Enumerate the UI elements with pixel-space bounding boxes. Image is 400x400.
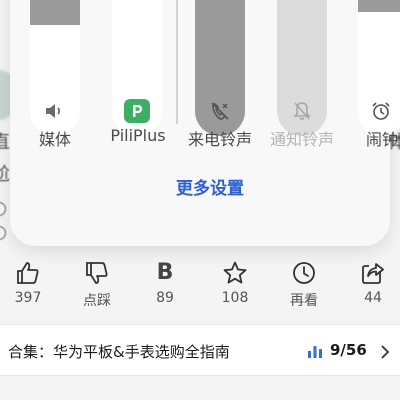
dislike-label: 点踩	[83, 293, 111, 309]
notification-muted-icon	[277, 98, 327, 124]
alarm-clock-icon	[358, 98, 400, 124]
coin-glyph: B	[156, 260, 174, 285]
watch-later-button[interactable]: 再看	[276, 258, 332, 310]
background-icon	[0, 202, 6, 216]
background-icon	[0, 226, 6, 240]
ringer-muted-icon	[195, 98, 245, 124]
media-volume-fill	[30, 0, 80, 25]
media-label: 媒体	[38, 130, 71, 149]
watch-later-label: 再看	[290, 293, 318, 309]
coin-count: 89	[156, 290, 174, 306]
speaker-icon	[30, 98, 80, 124]
piliplus-app-icon	[124, 99, 150, 123]
ringtone-label: 来电铃声	[187, 130, 252, 149]
notification-volume-slider[interactable]	[277, 0, 327, 136]
collection-bar[interactable]: 合集：华为平板&手表选购全指南 9/56	[0, 324, 400, 376]
favorite-count: 108	[221, 290, 249, 306]
collection-title: 合集：华为平板&手表选购全指南	[8, 343, 230, 361]
chevron-right-icon	[380, 344, 390, 363]
star-icon	[207, 258, 263, 286]
media-volume-slider[interactable]	[30, 0, 80, 136]
notification-label: 通知铃声	[269, 130, 334, 149]
share-button[interactable]: 44	[345, 258, 400, 306]
alarm-label: 闹钟	[365, 130, 398, 149]
piliplus-label: PiliPlus	[110, 126, 166, 145]
coin-b-icon: B	[137, 258, 193, 286]
piliplus-volume-slider[interactable]	[112, 0, 162, 136]
collection-progress: 9/56	[330, 341, 367, 359]
clock-icon	[276, 258, 332, 286]
volume-panel: 媒体 PiliPlus 来电铃声 通知铃声 闹钟 更多设置	[10, 0, 400, 246]
background-text: 尬	[0, 164, 10, 185]
background-text: 直	[0, 132, 10, 153]
thumbs-up-icon	[0, 258, 56, 286]
like-button[interactable]: 397	[0, 258, 56, 306]
dislike-button[interactable]: 点踩	[69, 258, 125, 310]
coin-button[interactable]: B 89	[137, 258, 193, 306]
panel-divider	[176, 0, 178, 124]
share-count: 44	[364, 290, 382, 306]
ringtone-volume-slider[interactable]	[195, 0, 245, 136]
bar-stats-icon	[307, 343, 323, 362]
alarm-volume-fill	[358, 0, 400, 12]
more-settings-button[interactable]: 更多设置	[160, 174, 260, 199]
favorite-button[interactable]: 108	[207, 258, 263, 306]
like-count: 397	[14, 290, 42, 306]
share-icon	[345, 258, 400, 286]
alarm-volume-slider[interactable]	[358, 0, 400, 136]
thumbs-down-icon	[69, 258, 125, 286]
video-action-bar: 397 点踩 B 89 108 再看 44	[0, 258, 400, 314]
